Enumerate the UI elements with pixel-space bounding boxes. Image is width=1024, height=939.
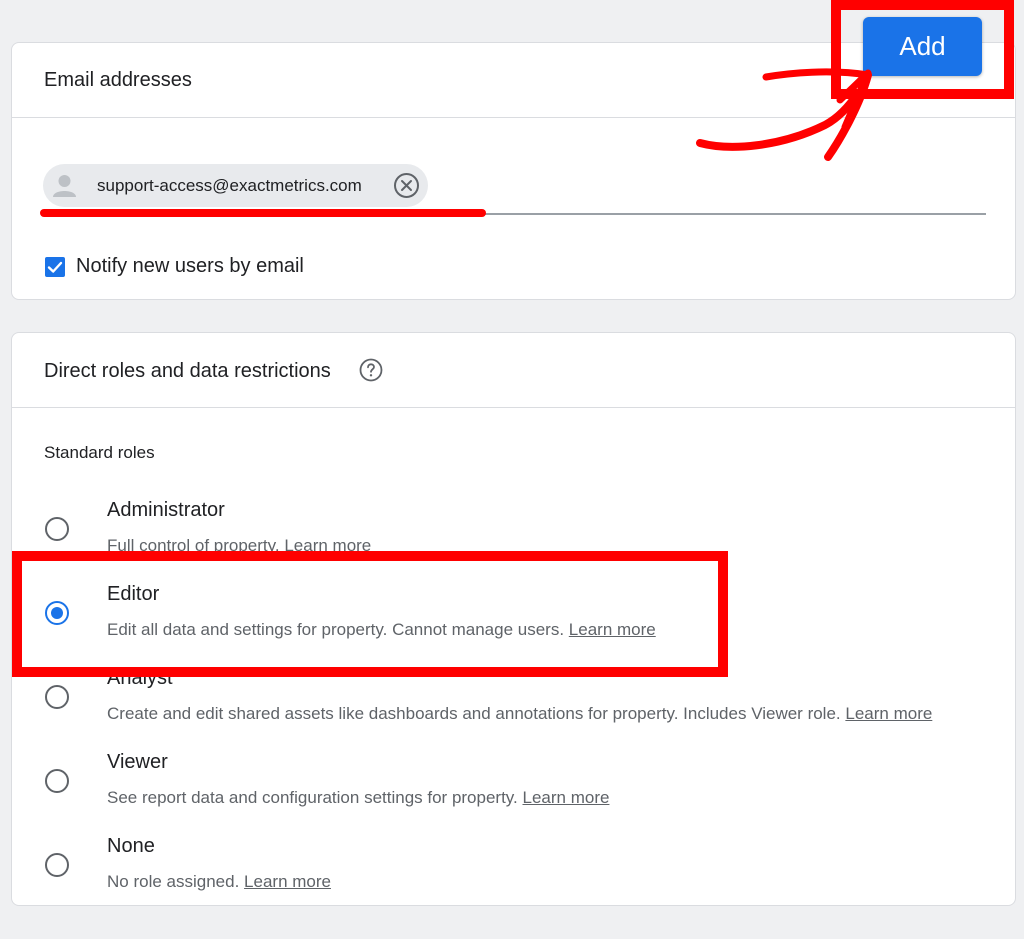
chip-email-text: support-access@exactmetrics.com <box>97 176 362 195</box>
role-analyst[interactable]: Analyst Create and edit shared assets li… <box>12 661 1015 745</box>
person-icon <box>45 166 84 205</box>
checkmark-icon <box>47 261 63 273</box>
roles-card-title: Direct roles and data restrictions <box>44 360 331 382</box>
radio-editor[interactable] <box>45 601 69 625</box>
radio-none[interactable] <box>45 853 69 877</box>
notify-label[interactable]: Notify new users by email <box>76 255 304 278</box>
role-name: Editor <box>107 583 160 605</box>
notify-checkbox[interactable] <box>45 257 65 277</box>
radio-analyst[interactable] <box>45 685 69 709</box>
role-name: Analyst <box>107 667 173 689</box>
role-editor[interactable]: Editor Edit all data and settings for pr… <box>12 577 1015 661</box>
radio-administrator[interactable] <box>45 517 69 541</box>
role-name: None <box>107 835 155 857</box>
add-button[interactable]: Add <box>863 17 982 76</box>
learn-more-link[interactable]: Learn more <box>845 704 932 723</box>
email-chip[interactable]: support-access@exactmetrics.com <box>43 164 428 207</box>
learn-more-link[interactable]: Learn more <box>569 620 656 639</box>
red-underline-annotation <box>40 209 486 217</box>
role-description: See report data and configuration settin… <box>107 788 609 808</box>
role-name: Viewer <box>107 751 168 773</box>
role-description-text: Full control of property. <box>107 536 280 555</box>
role-description: Create and edit shared assets like dashb… <box>107 704 932 724</box>
roles-card-header: Direct roles and data restrictions <box>12 333 1015 408</box>
role-description: Edit all data and settings for property.… <box>107 620 656 640</box>
learn-more-link[interactable]: Learn more <box>244 872 331 891</box>
role-description: No role assigned. Learn more <box>107 872 331 892</box>
role-description-text: Edit all data and settings for property.… <box>107 620 565 639</box>
email-card-title: Email addresses <box>44 69 192 91</box>
role-none[interactable]: None No role assigned. Learn more <box>12 829 1015 913</box>
role-description: Full control of property. Learn more <box>107 536 371 556</box>
radio-viewer[interactable] <box>45 769 69 793</box>
learn-more-link[interactable]: Learn more <box>284 536 371 555</box>
role-name: Administrator <box>107 499 225 521</box>
help-circle-icon[interactable] <box>359 358 383 382</box>
roles-card: Direct roles and data restrictions Stand… <box>11 332 1016 906</box>
role-description-text: See report data and configuration settin… <box>107 788 518 807</box>
role-administrator[interactable]: Administrator Full control of property. … <box>12 493 1015 577</box>
role-description-text: Create and edit shared assets like dashb… <box>107 704 841 723</box>
standard-roles-label: Standard roles <box>44 443 155 462</box>
close-circle-icon[interactable] <box>393 172 420 199</box>
email-addresses-card: Email addresses support-access@exactmetr… <box>11 42 1016 300</box>
role-viewer[interactable]: Viewer See report data and configuration… <box>12 745 1015 829</box>
learn-more-link[interactable]: Learn more <box>523 788 610 807</box>
role-description-text: No role assigned. <box>107 872 240 891</box>
